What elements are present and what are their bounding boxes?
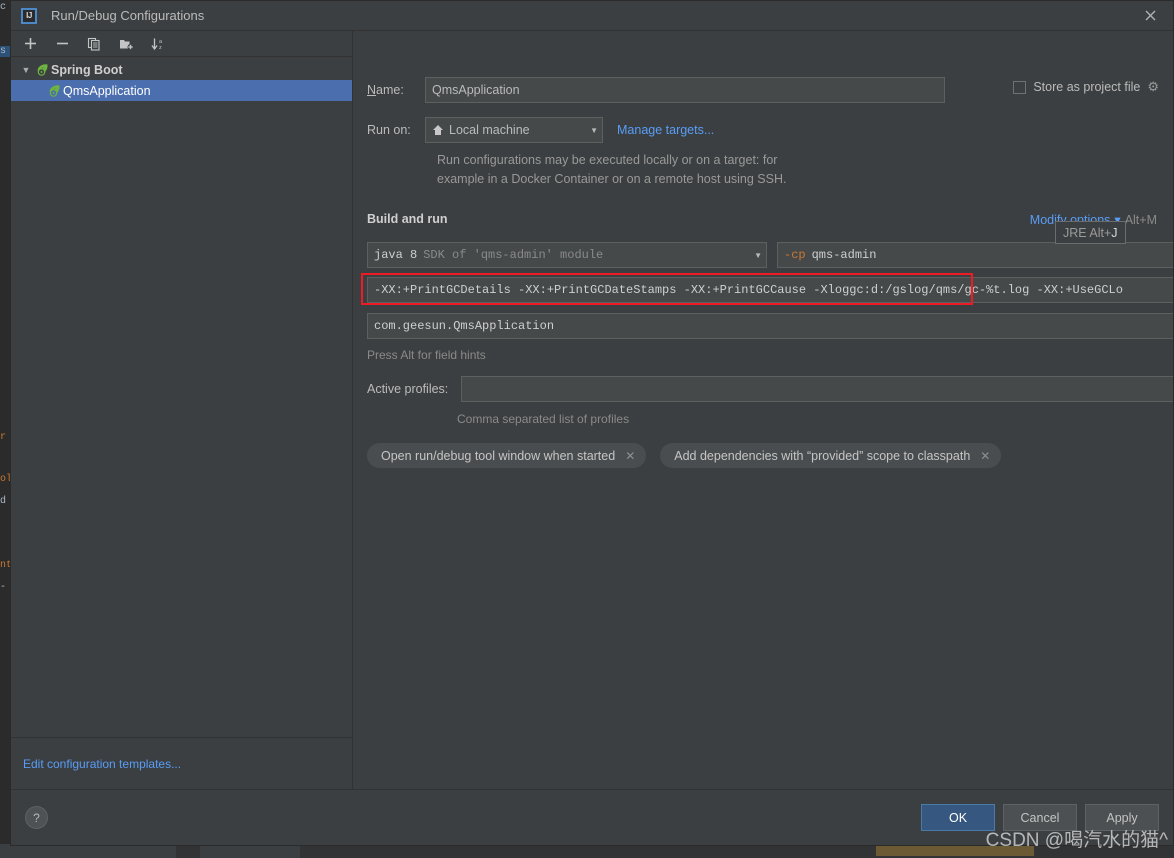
jre-value: java 8 [374,248,418,262]
hint-jre-key: J [1111,225,1118,240]
configurations-tree: ▼ Spring Boot QmsApplication [11,57,352,737]
bg-fragment: c [0,2,7,13]
chevron-down-icon[interactable]: ▼ [744,251,762,260]
active-profiles-label: Active profiles: [367,382,449,396]
dialog-button-bar: ? OK Cancel Apply [11,789,1173,845]
main-class-value: com.geesun.QmsApplication [374,319,555,333]
field-hints-text: Press Alt for field hints [367,348,486,362]
main-class-input[interactable]: com.geesun.QmsApplication [367,313,1173,339]
run-on-description-line1: Run configurations may be executed local… [437,153,778,167]
run-on-value: Local machine [449,123,530,137]
jre-combobox[interactable]: java 8 SDK of 'qms-admin' module ▼ [367,242,767,268]
run-on-label: Run on: [367,123,411,137]
gear-icon[interactable]: ⚙ [1147,79,1159,95]
dialog-body: a z ▼ Spring Boot QmsApplication Edit co… [11,30,1173,789]
active-profiles-row: Active profiles: [367,376,1173,402]
bg-fragment: r [0,432,7,443]
store-as-project-file-row[interactable]: Store as project file ⚙ [1013,79,1159,95]
run-debug-configurations-dialog: IJ Run/Debug Configurations a z ▼ Spring… [10,0,1174,846]
dialog-titlebar: IJ Run/Debug Configurations [11,1,1173,30]
chevron-down-icon[interactable]: ▼ [580,126,598,135]
active-profiles-hint: Comma separated list of profiles [457,412,630,426]
spring-boot-icon [33,63,51,77]
classpath-module: qms-admin [811,248,877,262]
close-icon[interactable]: ✕ [980,449,990,463]
tree-group-label: Spring Boot [51,62,123,77]
screen-root: c s t r ol d nt - IJ Run/Debug Configura… [0,0,1174,858]
manage-targets-link[interactable]: Manage targets... [617,123,714,137]
tree-item-label: QmsApplication [63,83,151,98]
background-highlight-segment [876,846,1034,856]
chip-open-run-debug-tool-window[interactable]: Open run/debug tool window when started … [367,443,647,468]
chevron-down-icon[interactable]: ▼ [19,65,33,75]
options-chips: Open run/debug tool window when started … [367,443,1002,468]
main-class-row: com.geesun.QmsApplication [367,313,1173,339]
spring-boot-icon [45,84,63,98]
plus-icon[interactable] [19,33,41,55]
background-panel-segment [200,844,300,858]
svg-text:z: z [159,45,162,51]
bg-fragment: - [0,582,7,593]
dialog-title: Run/Debug Configurations [51,8,205,23]
hint-jre-text: JRE Alt+ [1063,225,1112,240]
sort-az-icon[interactable]: a z [147,33,169,55]
close-icon[interactable] [1127,1,1173,30]
run-on-combobox[interactable]: Local machine ▼ [425,117,603,143]
minus-icon[interactable] [51,33,73,55]
close-icon[interactable]: ✕ [625,449,635,463]
name-label: Name: [367,83,404,97]
chip-add-provided-dependencies[interactable]: Add dependencies with “provided” scope t… [660,443,1002,468]
tree-group-spring-boot[interactable]: ▼ Spring Boot [11,59,352,80]
run-on-row: Run on: Local machine ▼ Manage targets..… [367,117,714,143]
store-as-project-file-checkbox[interactable] [1013,80,1027,94]
configuration-form: Name: QmsApplication Store as project fi… [353,31,1173,789]
classpath-flag: -cp [784,248,806,262]
copy-icon[interactable] [83,33,105,55]
ok-button[interactable]: OK [921,804,995,831]
modify-options-shortcut: Alt+M [1124,212,1157,227]
jre-classpath-row: java 8 SDK of 'qms-admin' module ▼ -cp q… [367,242,1173,268]
configurations-toolbar: a z [11,31,352,57]
dialog-actions: OK Cancel Apply [921,804,1159,831]
vm-options-row: -XX:+PrintGCDetails -XX:+PrintGCDateStam… [361,273,1173,305]
cancel-button[interactable]: Cancel [1003,804,1077,831]
edit-configuration-templates-link[interactable]: Edit configuration templates... [23,757,181,771]
jre-description: SDK of 'qms-admin' module [423,248,604,262]
run-on-description: Run configurations may be executed local… [437,151,1077,189]
hint-jre: JRE Alt+ J [1055,221,1126,244]
classpath-module-combobox[interactable]: -cp qms-admin ▼ [777,242,1173,268]
chip-label: Open run/debug tool window when started [381,448,616,463]
tree-item-qmsapplication[interactable]: QmsApplication [11,80,352,101]
background-status-bar [0,844,1174,858]
local-machine-icon [432,124,444,136]
chip-label: Add dependencies with “provided” scope t… [674,448,971,463]
bg-fragment: d [0,496,7,507]
intellij-logo-icon: IJ [21,7,37,24]
folder-add-icon[interactable] [115,33,137,55]
name-input[interactable]: QmsApplication [425,77,945,103]
build-and-run-title: Build and run [367,212,448,226]
configurations-footer: Edit configuration templates... [11,737,352,789]
configurations-panel: a z ▼ Spring Boot QmsApplication Edit co… [11,31,353,789]
help-button[interactable]: ? [25,806,48,829]
store-as-project-file-label: Store as project file [1033,80,1141,94]
apply-button[interactable]: Apply [1085,804,1159,831]
active-profiles-input[interactable] [461,376,1173,402]
background-panel-segment [0,844,176,858]
run-on-description-line2: example in a Docker Container or on a re… [437,172,787,186]
vm-options-input[interactable]: -XX:+PrintGCDetails -XX:+PrintGCDateStam… [367,277,1173,303]
